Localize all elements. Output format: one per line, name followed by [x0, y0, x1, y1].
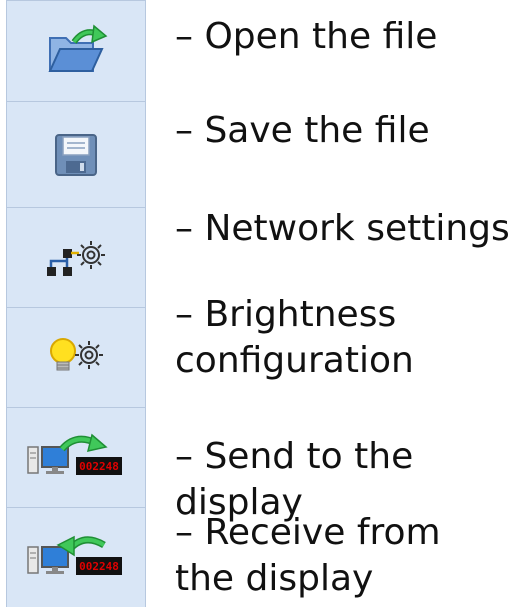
toolbar: 002248 002248: [6, 0, 146, 607]
open-file-description: – Open the file: [175, 16, 438, 57]
save-disk-icon: [55, 133, 97, 176]
send-to-display-icon: 002248: [27, 433, 122, 475]
display-readout: 002248: [79, 560, 119, 573]
network-settings-description: – Network settings: [175, 208, 510, 249]
save-file-description: – Save the file: [175, 110, 430, 151]
open-file-button[interactable]: [7, 0, 145, 102]
save-file-button[interactable]: [7, 102, 145, 208]
display-readout: 002248: [79, 460, 119, 473]
open-folder-icon: [48, 24, 108, 72]
network-settings-icon: [47, 240, 105, 276]
brightness-settings-icon: [50, 337, 103, 370]
receive-from-display-icon: 002248: [27, 535, 122, 575]
receive-from-display-button[interactable]: 002248: [7, 508, 145, 607]
network-settings-button[interactable]: [7, 208, 145, 308]
send-to-display-button[interactable]: 002248: [7, 408, 145, 508]
brightness-configuration-description: – Brightness configuration: [175, 294, 414, 381]
receive-from-display-description: – Receive from the display: [175, 512, 441, 599]
brightness-configuration-button[interactable]: [7, 308, 145, 408]
